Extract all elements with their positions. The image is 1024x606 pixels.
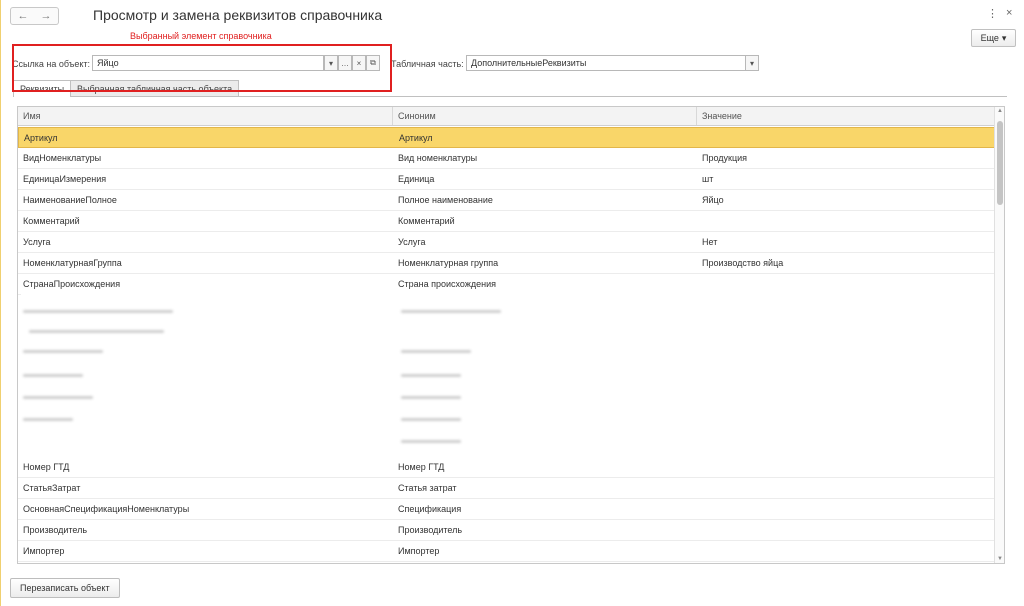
column-header-synonym[interactable]: Синоним [393, 107, 697, 125]
cell-name: ВидНоменклатуры [23, 153, 102, 163]
tab-divider [13, 96, 1007, 97]
cell-value[interactable]: Продукция [697, 148, 1001, 168]
more-button[interactable]: Еще ▾ [971, 29, 1016, 47]
cell-synonym: Спецификация [398, 504, 462, 514]
cell-synonym: Комментарий [398, 216, 455, 226]
redaction-smear [401, 418, 461, 421]
cell-name: Производитель [23, 525, 88, 535]
cell-name: СтатьяЗатрат [23, 483, 81, 493]
cell-synonym: Номер ГТД [398, 462, 445, 472]
table-row[interactable]: НоменклатурнаяГруппа Номенклатурная груп… [18, 253, 996, 274]
scrollbar-thumb[interactable] [997, 121, 1003, 205]
cell-name: Комментарий [23, 216, 80, 226]
column-header-value[interactable]: Значение [697, 107, 996, 125]
cell-name: Услуга [23, 237, 51, 247]
cell-value[interactable] [697, 541, 1001, 561]
close-icon: × [1006, 7, 1013, 19]
attributes-table[interactable]: Имя Синоним Значение Артикул Артикул Вид… [17, 106, 1005, 564]
window-close-button[interactable]: × [1006, 7, 1012, 19]
cell-value[interactable] [697, 520, 1001, 540]
cell-value[interactable] [697, 211, 1001, 231]
table-row[interactable]: НаименованиеПолное Полное наименование Я… [18, 190, 996, 211]
rewrite-object-button[interactable]: Перезаписать объект [10, 578, 120, 598]
tabular-part-dropdown-button[interactable]: ▾ [745, 55, 759, 71]
cell-synonym: Номенклатурная группа [398, 258, 499, 268]
cell-synonym: Импортер [398, 546, 440, 556]
redaction-smear [401, 374, 461, 377]
kebab-menu-icon: ⋮ [987, 8, 998, 20]
annotation-label: Выбранный элемент справочника [130, 31, 272, 41]
redaction-smear [29, 330, 164, 333]
back-button[interactable]: ← [10, 7, 36, 25]
redaction-smear [401, 396, 461, 399]
cell-synonym: Услуга [398, 237, 426, 247]
redaction-smear [401, 310, 501, 313]
column-header-name[interactable]: Имя [18, 107, 393, 125]
cell-value[interactable]: Яйцо [697, 190, 1001, 210]
cell-name: НоменклатурнаяГруппа [23, 258, 122, 268]
table-row[interactable]: Услуга Услуга Нет [18, 232, 996, 253]
window-menu-button[interactable]: ⋮ [987, 7, 998, 20]
forward-button[interactable]: → [34, 7, 59, 25]
redaction-smear [23, 396, 93, 399]
cell-value[interactable] [697, 478, 1001, 498]
cell-value[interactable]: шт [697, 169, 1001, 189]
redaction-smear [23, 374, 83, 377]
cell-name: Артикул [24, 133, 58, 143]
table-row[interactable]: ЕдиницаИзмерения Единица шт [18, 169, 996, 190]
cell-value[interactable] [697, 457, 1001, 477]
redaction-smear [401, 350, 471, 353]
cell-name: Импортер [23, 546, 65, 556]
cell-name: СтранаПроисхождения [23, 279, 121, 289]
table-row[interactable]: Артикул Артикул [18, 127, 996, 148]
redaction-smear [23, 310, 173, 313]
cell-synonym: Артикул [399, 133, 433, 143]
table-row[interactable]: ВидНоменклатуры Вид номенклатуры Продукц… [18, 148, 996, 169]
redaction-smear [23, 418, 73, 421]
vertical-scrollbar[interactable]: ▲ ▼ [994, 107, 1004, 563]
redaction-smear [401, 440, 461, 443]
scroll-up-icon[interactable]: ▲ [997, 108, 1003, 114]
cell-value[interactable] [698, 128, 1002, 148]
redaction-smear [23, 350, 103, 353]
scroll-down-icon[interactable]: ▼ [997, 556, 1003, 562]
cell-synonym: Единица [398, 174, 435, 184]
table-row[interactable]: Номер ГТД Номер ГТД [18, 457, 996, 478]
tabular-part-select[interactable]: ДополнительныеРеквизиты [466, 55, 746, 71]
cell-synonym: Статья затрат [398, 483, 457, 493]
cell-name: ЕдиницаИзмерения [23, 174, 107, 184]
table-row[interactable]: Производитель Производитель [18, 520, 996, 541]
cell-value[interactable] [697, 499, 1001, 519]
table-row[interactable]: СтатьяЗатрат Статья затрат [18, 478, 996, 499]
left-accent-line [0, 0, 1, 606]
cell-synonym: Страна происхождения [398, 279, 496, 289]
cell-synonym: Полное наименование [398, 195, 493, 205]
cell-name: ОсновнаяСпецификацияНоменклатуры [23, 504, 190, 514]
table-row[interactable]: Комментарий Комментарий [18, 211, 996, 232]
dropdown-arrow-icon: ▾ [1001, 32, 1007, 43]
page-title: Просмотр и замена реквизитов справочника [93, 7, 383, 23]
cell-name: НаименованиеПолное [23, 195, 117, 205]
more-button-label: Еще [980, 33, 999, 43]
tabular-part-label: Табличная часть: [391, 59, 464, 69]
table-row[interactable]: ОсновнаяСпецификацияНоменклатуры Специфи… [18, 499, 996, 520]
cell-value[interactable]: Производство яйца [697, 253, 1001, 273]
annotation-highlight-box [12, 44, 392, 92]
table-row[interactable]: Импортер Импортер [18, 541, 996, 562]
arrow-right-icon: → [40, 10, 52, 22]
cell-value[interactable]: Нет [697, 232, 1001, 252]
arrow-left-icon: ← [17, 10, 29, 22]
redacted-rows [21, 292, 996, 456]
cell-synonym: Вид номенклатуры [398, 153, 478, 163]
cell-name: Номер ГТД [23, 462, 70, 472]
table-header: Имя Синоним Значение [18, 107, 996, 126]
dropdown-arrow-icon: ▾ [749, 58, 754, 68]
cell-synonym: Производитель [398, 525, 463, 535]
cell-value[interactable] [697, 274, 1001, 294]
